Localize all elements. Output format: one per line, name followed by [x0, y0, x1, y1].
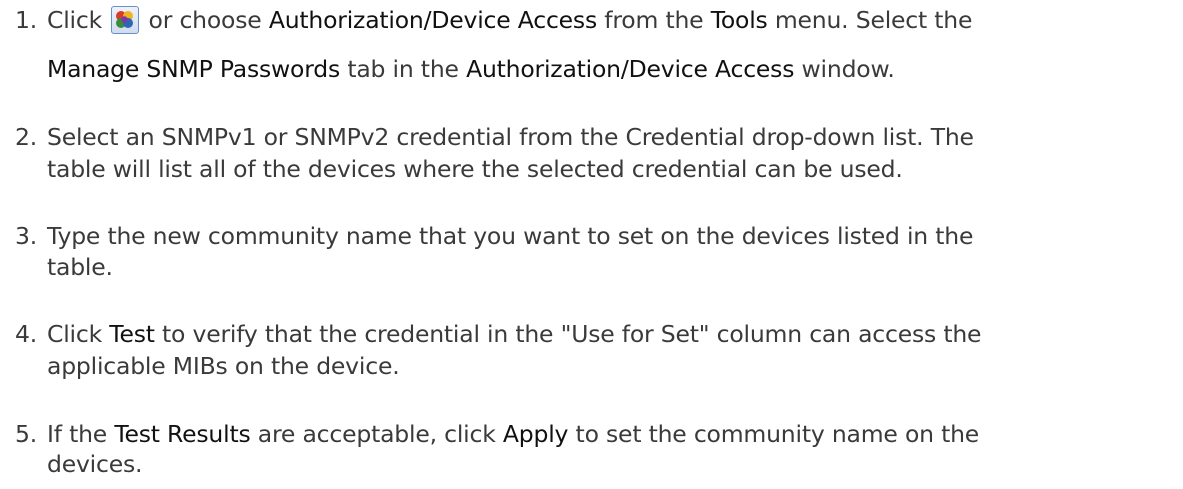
ui-element-name: Authorization/Device Access	[268, 6, 598, 34]
step-number: 5.	[15, 420, 38, 448]
step-line: If the Test Results are acceptable, clic…	[47, 420, 979, 448]
step-line: Click Test to verify that the credential…	[47, 320, 982, 348]
step-line: table will list all of the devices where…	[47, 155, 903, 183]
step-line: Click or choose Authorization/Device Acc…	[47, 5, 973, 34]
step-text: Select an SNMPv1 or SNMPv2 credential fr…	[47, 123, 974, 151]
step-number: 3.	[15, 222, 38, 250]
step-text: from the	[597, 6, 711, 34]
step-line: applicable MIBs on the device.	[47, 352, 400, 380]
step-text: applicable MIBs on the device.	[47, 352, 400, 380]
step-text: tab in the	[340, 55, 467, 83]
ui-element-name: Test Results	[114, 420, 251, 448]
instructions-document: 1. Click or choose Authorization/Device A…	[0, 0, 1183, 489]
ui-element-name: Manage SNMP Passwords	[47, 55, 341, 83]
step-text: to set the community name on the	[568, 420, 980, 448]
ui-element-name: Authorization/Device Access	[466, 55, 795, 83]
step-number: 4.	[15, 320, 38, 348]
step-line: Type the new community name that you wan…	[47, 222, 973, 250]
step-number: 1.	[15, 6, 38, 34]
ui-element-name: Tools	[710, 6, 768, 34]
step-text: are acceptable, click	[250, 420, 503, 448]
step-text: Type the new community name that you wan…	[47, 222, 974, 250]
step-line: devices.	[47, 450, 143, 478]
step-text: If the	[47, 420, 115, 448]
step-text: table will list all of the devices where…	[47, 155, 903, 183]
step-line: Select an SNMPv1 or SNMPv2 credential fr…	[47, 123, 974, 151]
step-text: Click	[47, 320, 110, 348]
step-text: menu. Select the	[767, 6, 973, 34]
step-text: Click	[47, 6, 110, 34]
step-text: window.	[794, 55, 895, 83]
step-line: table.	[47, 253, 113, 281]
authorization-device-access-icon	[111, 5, 140, 34]
step-text: devices.	[47, 450, 143, 478]
step-line: Manage SNMP Passwords tab in the Authori…	[47, 55, 895, 83]
step-text: table.	[47, 253, 113, 281]
step-text: or choose	[141, 6, 269, 34]
step-text: to verify that the credential in the "Us…	[154, 320, 982, 348]
step-number: 2.	[15, 123, 38, 151]
ui-element-name: Apply	[502, 420, 569, 448]
ui-element-name: Test	[109, 320, 155, 348]
